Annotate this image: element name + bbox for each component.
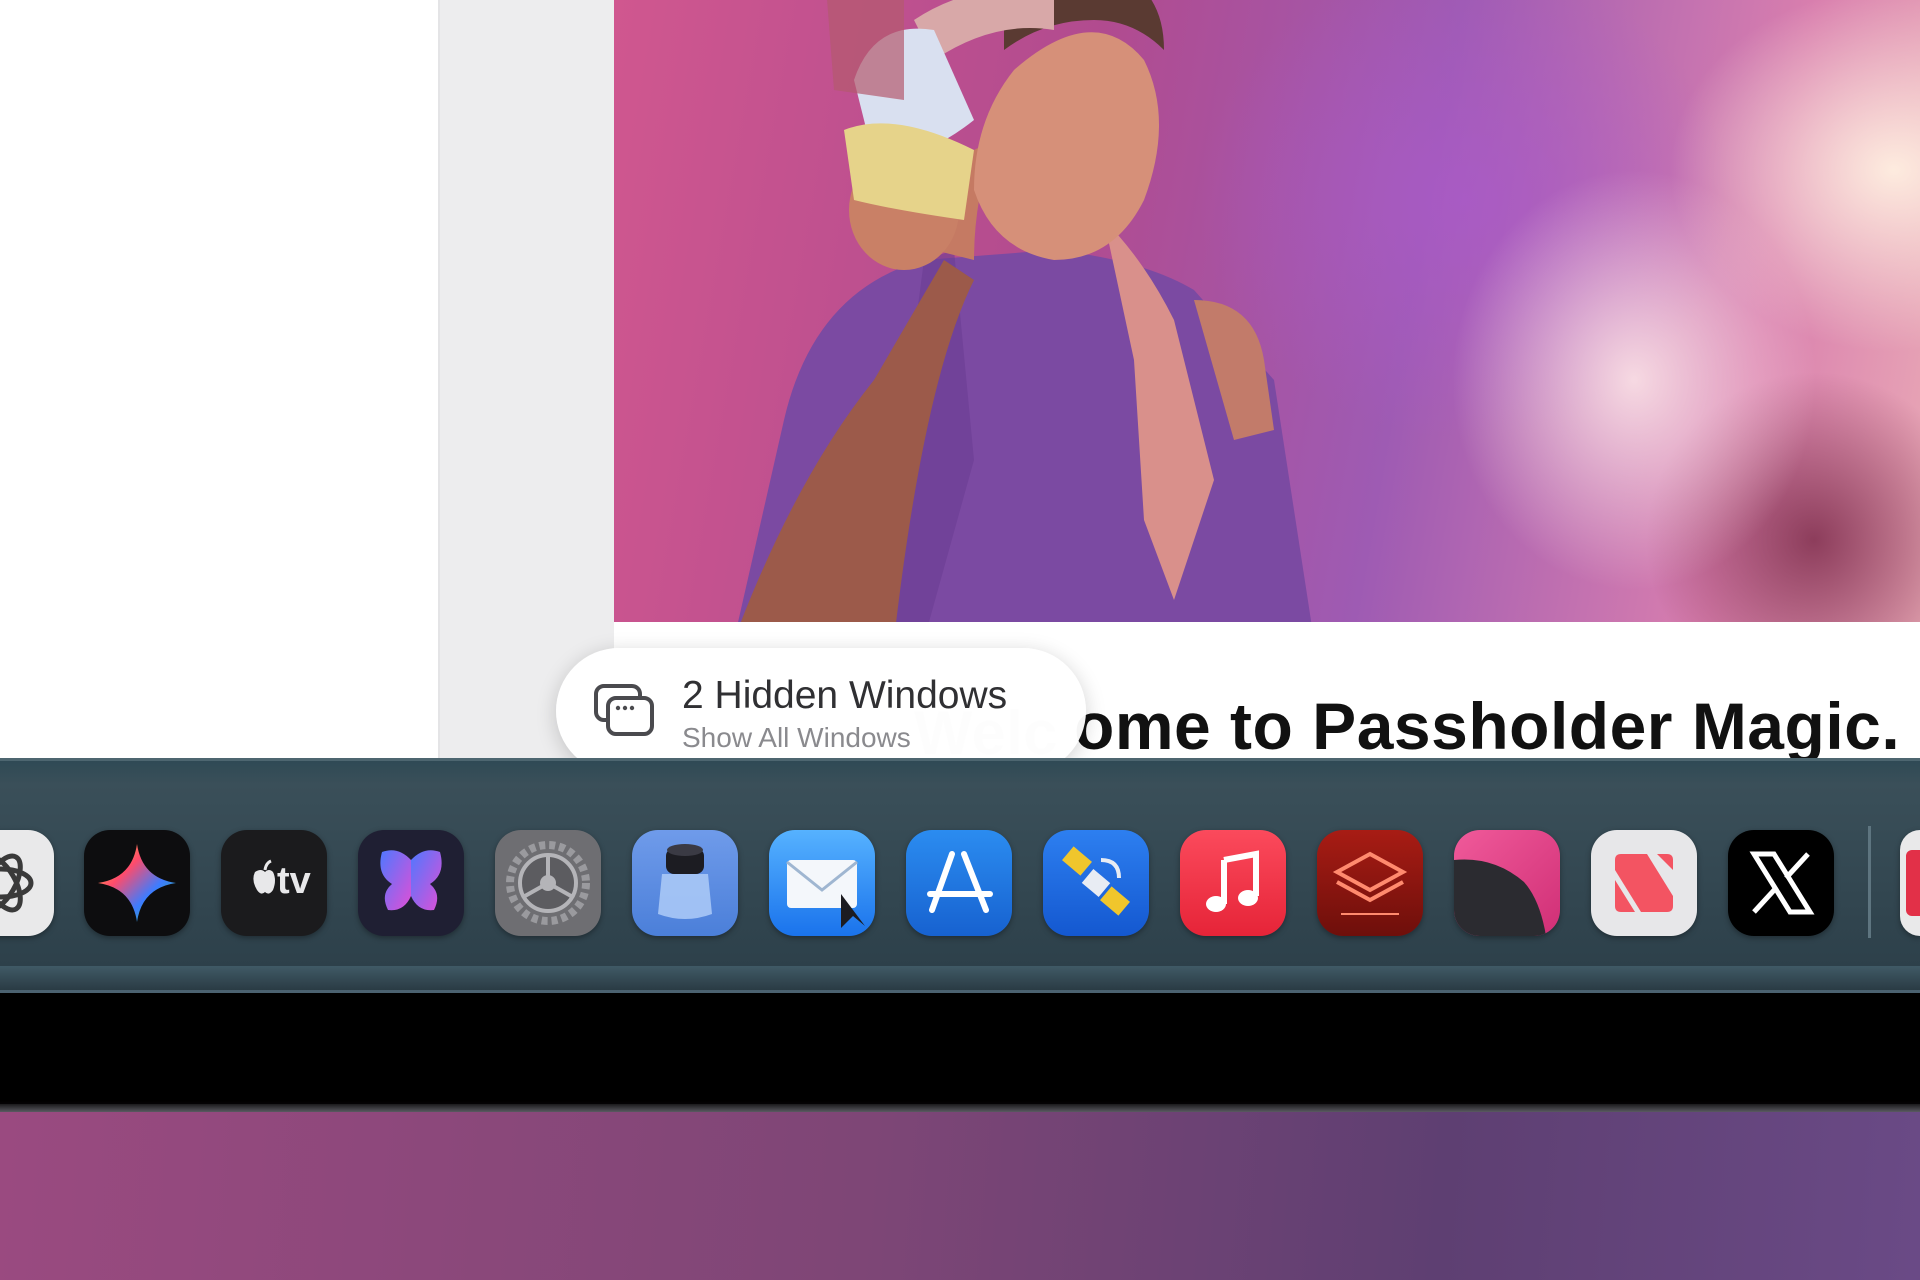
app-store-icon: [927, 851, 993, 913]
windows-stack-icon: [594, 684, 654, 736]
layers-icon: [1332, 851, 1408, 915]
partial-app-icon: [1906, 850, 1920, 916]
apple-tv-label: tv: [277, 860, 311, 902]
dock-app-screens[interactable]: [1454, 830, 1560, 936]
browser-window[interactable]: Welc ome to Passholder Magic.: [0, 0, 1920, 760]
hero-image: [614, 0, 1920, 622]
dock-shelf-edge: [0, 966, 1920, 990]
music-icon: [1206, 850, 1259, 912]
satellite-icon: [1062, 846, 1130, 916]
dock-app-mail[interactable]: [769, 830, 875, 936]
show-all-windows-link[interactable]: Show All Windows: [682, 722, 911, 754]
left-pane: [0, 0, 440, 760]
dock-app-system-settings[interactable]: [495, 830, 601, 936]
dock-app-chatgpt[interactable]: [0, 830, 54, 936]
dock-app-music[interactable]: [1180, 830, 1286, 936]
dock-app-gemini[interactable]: [84, 830, 190, 936]
dock-app-x[interactable]: [1728, 830, 1834, 936]
gemini-icon: [98, 844, 176, 922]
dock-app-layers[interactable]: [1317, 830, 1423, 936]
dock-app-news[interactable]: [1591, 830, 1697, 936]
dock-app-butterfly[interactable]: [358, 830, 464, 936]
gear-icon: [506, 841, 590, 925]
hidden-windows-title: 2 Hidden Windows: [682, 674, 1008, 717]
screens-icon: [1454, 859, 1546, 936]
mail-icon: [786, 860, 865, 928]
page-gutter: [440, 0, 614, 760]
hero-photo-people: [738, 0, 1312, 622]
x-icon: [1749, 851, 1815, 915]
dock-app-apple-tv[interactable]: tv: [221, 830, 327, 936]
news-icon: [1615, 854, 1673, 912]
dock-app-satellite[interactable]: [1043, 830, 1149, 936]
article-content: Welc ome to Passholder Magic.: [614, 0, 1920, 760]
chatgpt-icon: [0, 853, 34, 913]
article-headline: ome to Passholder Magic.: [1074, 689, 1901, 760]
dock-app-partial[interactable]: [1900, 830, 1920, 936]
dock-app-magnifier[interactable]: [632, 830, 738, 936]
hidden-windows-popup[interactable]: 2 Hidden Windows Show All Windows: [556, 648, 1086, 774]
magnifier-icon: [658, 844, 712, 919]
apple-tv-icon: [253, 859, 275, 894]
wallpaper: [0, 1112, 1920, 1280]
dock-app-app-store[interactable]: [906, 830, 1012, 936]
butterfly-icon: [380, 850, 442, 911]
dock-separator: [1868, 826, 1871, 938]
